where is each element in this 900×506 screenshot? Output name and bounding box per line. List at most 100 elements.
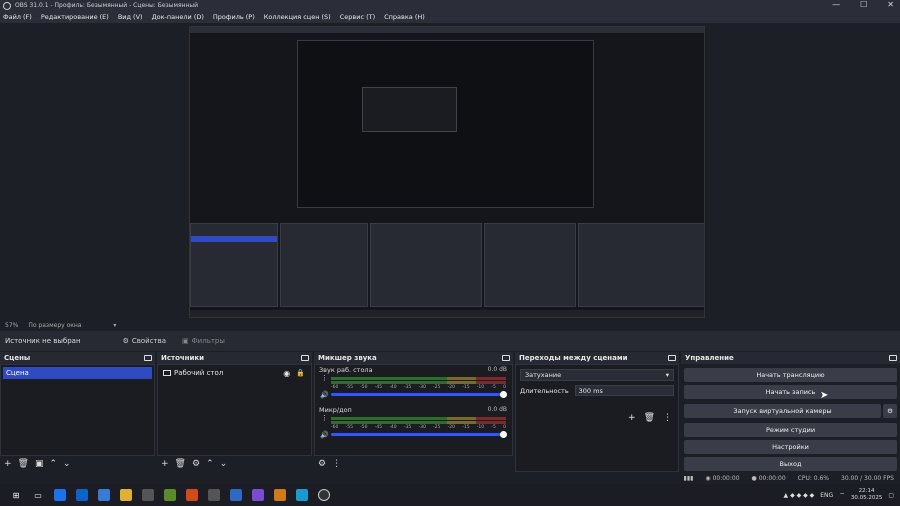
scenes-header: Сцены	[0, 352, 155, 364]
mixer-footer: ⚙ ⋮	[314, 456, 513, 472]
virtual-cam-row: Запуск виртуальной камеры ⚙	[681, 402, 900, 421]
app-icon[interactable]	[186, 489, 198, 501]
obs-logo-icon	[3, 1, 11, 10]
menu-edit[interactable]: Редактирование (E)	[41, 13, 109, 21]
duration-input[interactable]: 300 ms	[574, 385, 674, 396]
notification-icon[interactable]: ▢	[888, 492, 894, 499]
scene-item[interactable]: Сцена	[3, 367, 152, 379]
menu-icon[interactable]: ⋮	[663, 413, 672, 423]
volume-slider[interactable]	[331, 431, 507, 438]
virtual-camera-settings-button[interactable]: ⚙	[883, 404, 897, 418]
chevron-down-icon[interactable]: ⌄	[220, 459, 228, 469]
menu-icon[interactable]: ⋮	[321, 414, 328, 422]
add-icon[interactable]: +	[628, 413, 636, 423]
trash-icon[interactable]: 🗑	[18, 459, 29, 469]
app-icon[interactable]	[296, 489, 308, 501]
transitions-body: Затухание ▾ Длительность 300 ms + 🗑 ⋮	[515, 364, 679, 472]
maximize-button[interactable]: ☐	[860, 0, 867, 9]
undock-icon[interactable]	[889, 355, 897, 361]
nested-preview-titlebar	[190, 27, 704, 33]
title-bar: OBS 31.0.1 - Профиль: Безымянный - Сцены…	[0, 0, 900, 11]
undock-icon[interactable]	[668, 355, 676, 361]
speaker-icon[interactable]: 🔊	[320, 391, 329, 399]
folder-icon[interactable]	[120, 489, 132, 501]
clock-date: 30.05.2025	[850, 495, 883, 501]
outlook-icon[interactable]	[76, 489, 88, 501]
close-button[interactable]: ✕	[887, 0, 894, 9]
menu-icon[interactable]: ⋮	[332, 459, 341, 469]
obs-icon[interactable]	[318, 489, 330, 501]
task-view-icon[interactable]: ▭	[32, 489, 44, 501]
menu-scene-collection[interactable]: Коллекция сцен (S)	[264, 13, 331, 21]
app-icon[interactable]	[142, 489, 154, 501]
edge-icon[interactable]	[98, 489, 110, 501]
studio-mode-button[interactable]: Режим студии	[684, 423, 897, 437]
gear-icon[interactable]: ⚙	[192, 459, 200, 469]
menu-file[interactable]: Файл (F)	[3, 13, 32, 21]
menu-icon[interactable]: ⋮	[321, 374, 328, 382]
transition-type: Затухание	[525, 371, 562, 379]
window-controls: — ☐ ✕	[832, 0, 894, 9]
steam-icon[interactable]	[230, 489, 242, 501]
clock[interactable]: 22:14 30.05.2025	[851, 488, 883, 502]
menu-view[interactable]: Вид (V)	[118, 13, 143, 21]
mixer-channel: Звук раб. стола 0.0 dB ⋮ -60 -55 -50 -45 -40…	[317, 365, 510, 401]
network-icon[interactable]: ⌔	[839, 491, 845, 499]
blender-icon[interactable]	[274, 489, 286, 501]
language-indicator[interactable]: ENG	[820, 492, 833, 499]
trash-icon[interactable]: 🗑	[644, 413, 655, 423]
chevron-up-icon[interactable]: ⌃	[50, 459, 58, 469]
stream-status: ◉ 00:00:00	[705, 474, 740, 482]
menu-profile[interactable]: Профиль (P)	[213, 13, 255, 21]
properties-button[interactable]: ⚙ Свойства	[123, 337, 166, 345]
scenes-title: Сцены	[4, 354, 31, 362]
lock-icon[interactable]: 🔒	[296, 369, 305, 377]
minecraft-icon[interactable]	[164, 489, 176, 501]
zoom-mode: По размеру окна	[28, 322, 82, 329]
app-icon[interactable]	[208, 489, 220, 501]
menu-help[interactable]: Справка (H)	[384, 13, 425, 21]
channel-db: 0.0 dB	[487, 406, 507, 413]
meter-ticks: -60 -55 -50 -45 -40 -35 -30 -25 -20 -15 -10 -5 0	[331, 385, 506, 390]
transition-select[interactable]: Затухание ▾	[520, 369, 674, 381]
eye-icon[interactable]: ◉	[283, 369, 290, 378]
level-meter	[331, 377, 506, 380]
start-recording-button[interactable]: Начать запись	[684, 385, 897, 399]
chevron-up-icon[interactable]: ⌃	[206, 459, 214, 469]
start-streaming-button[interactable]: Начать трансляцию	[684, 368, 897, 382]
monitor-icon	[163, 370, 171, 376]
chevron-down-icon[interactable]: ⌄	[63, 459, 71, 469]
controls-buttons: Начать трансляцию Начать запись Запуск в…	[681, 366, 900, 474]
controls-title: Управление	[685, 354, 734, 362]
trash-icon[interactable]: 🗑	[175, 459, 186, 469]
undock-icon[interactable]	[301, 355, 309, 361]
windows-start-icon[interactable]: ⊞	[10, 489, 22, 501]
settings-button[interactable]: Настройки	[684, 440, 897, 454]
exit-button[interactable]: Выход	[684, 457, 897, 471]
app-icon[interactable]	[252, 489, 264, 501]
add-icon[interactable]: +	[4, 459, 12, 469]
channel-name: Микр/доп	[319, 406, 352, 414]
filter-icon[interactable]: ▣	[35, 459, 44, 469]
menu-docks[interactable]: Док-панели (D)	[152, 13, 204, 21]
undock-icon[interactable]	[502, 355, 510, 361]
speaker-icon[interactable]: 🔊	[320, 431, 329, 439]
undock-icon[interactable]	[144, 355, 152, 361]
volume-knob[interactable]	[500, 391, 507, 398]
store-icon[interactable]	[54, 489, 66, 501]
nested-taskbar	[190, 310, 704, 317]
transitions-title: Переходы между сценами	[519, 354, 628, 362]
filters-button[interactable]: ▣ Фильтры	[182, 337, 225, 345]
add-icon[interactable]: +	[161, 459, 169, 469]
menu-tools[interactable]: Сервис (T)	[340, 13, 375, 21]
source-item[interactable]: Рабочий стол ◉ 🔒	[160, 367, 309, 379]
start-virtual-camera-button[interactable]: Запуск виртуальной камеры	[684, 404, 881, 418]
minimize-button[interactable]: —	[832, 0, 840, 9]
volume-slider[interactable]	[331, 391, 507, 398]
gear-icon[interactable]: ⚙	[318, 459, 326, 469]
duration-row: Длительность 300 ms	[520, 385, 674, 396]
zoom-select[interactable]: По размеру окна ▾	[28, 322, 116, 329]
tray-icons[interactable]: ▲ ◆ ◆ ◆ ◆	[784, 492, 815, 499]
preview-canvas[interactable]	[189, 26, 705, 318]
volume-knob[interactable]	[500, 431, 507, 438]
